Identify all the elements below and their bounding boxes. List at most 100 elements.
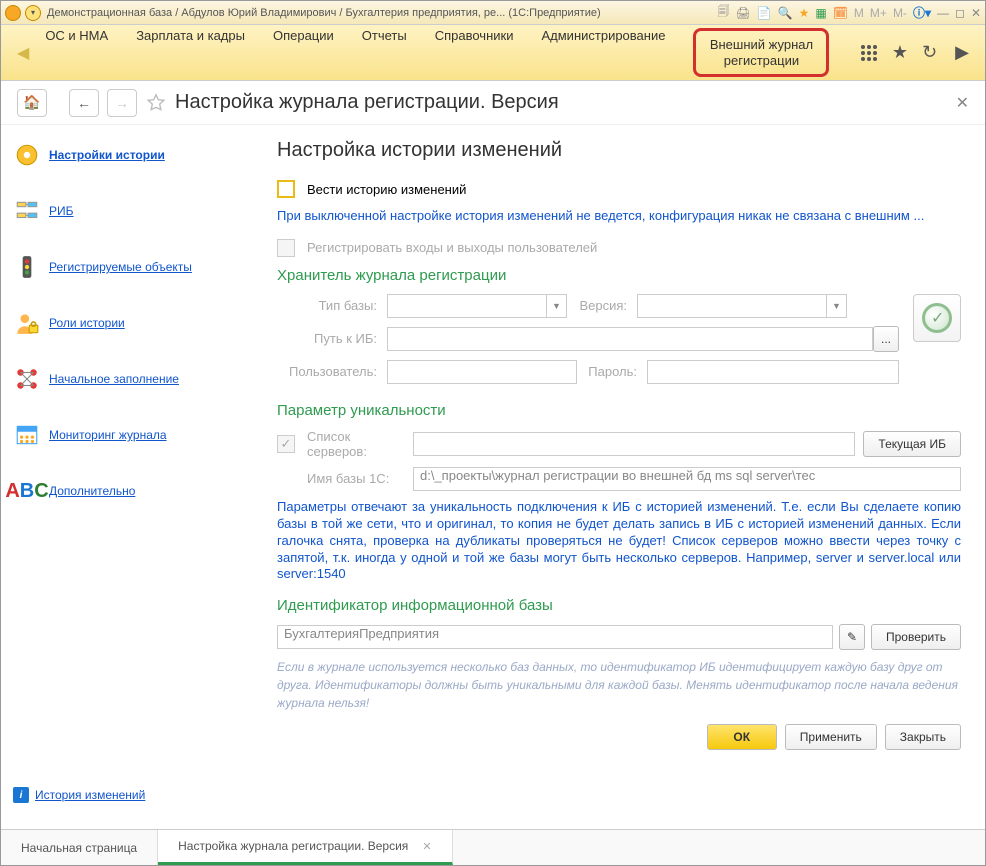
ok-button[interactable]: ОК [707, 724, 777, 750]
forward-button[interactable]: → [107, 89, 137, 117]
enable-history-label: Вести историю изменений [307, 182, 466, 197]
back-button[interactable]: ← [69, 89, 99, 117]
home-button[interactable]: 🏠 [17, 89, 47, 117]
maximize-icon[interactable]: ◻ [955, 6, 965, 20]
test-connection-button[interactable] [913, 294, 961, 342]
calendar-icon [13, 421, 41, 449]
titlebar-icon[interactable]: ▦ [815, 6, 826, 20]
sidebar-footer[interactable]: i История изменений [13, 787, 257, 813]
history-icon[interactable]: ↻ [922, 42, 937, 63]
sidebar-item-label: Роли истории [49, 316, 125, 330]
user-label: Пользователь: [277, 364, 387, 379]
sidebar-item-roles[interactable]: Роли истории [13, 309, 257, 337]
sidebar-item-initial[interactable]: Начальное заполнение [13, 365, 257, 393]
minimize-icon[interactable]: — [937, 6, 949, 20]
nodes-icon [13, 197, 41, 225]
sidebar-item-monitor[interactable]: Мониторинг журнала [13, 421, 257, 449]
menu-operations[interactable]: Операции [273, 28, 334, 77]
verify-button[interactable]: Проверить [871, 624, 961, 650]
menu-zarplata[interactable]: Зарплата и кадры [136, 28, 245, 77]
dbname-input[interactable]: d:\_проекты\журнал регистрации во внешне… [413, 467, 961, 491]
section-unique-title: Параметр уникальности [277, 402, 961, 419]
main-menubar: ◀ ОС и НМА Зарплата и кадры Операции Отч… [1, 25, 985, 81]
sidebar-footer-label: История изменений [35, 788, 145, 802]
titlebar-icon[interactable]: 🗐 [717, 2, 729, 23]
enable-history-checkbox[interactable] [277, 180, 295, 198]
server-list-label: Список серверов: [303, 429, 413, 459]
chevron-down-icon: ▼ [546, 295, 566, 317]
tab-log-settings[interactable]: Настройка журнала регистрации. Версия✕ [158, 830, 452, 865]
sidebar-item-label: Регистрируемые объекты [49, 260, 192, 274]
menu-reports[interactable]: Отчеты [362, 28, 407, 77]
sidebar-item-extra[interactable]: ABC Дополнительно [13, 477, 257, 505]
password-input[interactable] [647, 360, 899, 384]
apply-button[interactable]: Применить [785, 724, 877, 750]
menu-directories[interactable]: Справочники [435, 28, 514, 77]
network-icon [13, 365, 41, 393]
hint-history-off: При выключенной настройке история измене… [277, 208, 961, 225]
log-logins-checkbox [277, 239, 295, 257]
tab-close-icon[interactable]: ✕ [422, 840, 431, 853]
form-header: 🏠 ← → Настройка журнала регистрации. Вер… [1, 81, 985, 125]
scroll-right-icon[interactable]: ▶ [951, 42, 973, 63]
sidebar-item-label: Мониторинг журнала [49, 428, 167, 442]
titlebar-icon[interactable]: 🖨 [735, 6, 750, 20]
ibpath-label: Путь к ИБ: [277, 331, 387, 346]
version-label: Версия: [567, 298, 637, 313]
ibpath-input[interactable] [387, 327, 873, 351]
bottom-tabs: Начальная страница Настройка журнала рег… [1, 829, 985, 865]
ident-input[interactable]: БухгалтерияПредприятия [277, 625, 833, 649]
form-close-icon[interactable]: ✕ [956, 93, 969, 113]
dbname-label: Имя базы 1С: [303, 471, 413, 486]
form-title: Настройка журнала регистрации. Версия [175, 91, 559, 114]
section-keeper-title: Хранитель журнала регистрации [277, 267, 961, 284]
titlebar-m-icon[interactable]: M [854, 6, 864, 20]
log-logins-label: Регистрировать входы и выходы пользовате… [307, 240, 597, 255]
content-heading: Настройка истории изменений [277, 139, 961, 162]
apps-grid-icon[interactable] [860, 44, 878, 62]
dbtype-select[interactable]: ▼ [387, 294, 567, 318]
favorite-star-icon[interactable] [145, 92, 167, 114]
sidebar-item-settings[interactable]: Настройки истории [13, 141, 257, 169]
chevron-down-icon: ▼ [826, 295, 846, 317]
tab-home[interactable]: Начальная страница [1, 830, 158, 865]
sidebar-item-label: Дополнительно [49, 484, 135, 498]
sidebar-item-registered[interactable]: Регистрируемые объекты [13, 253, 257, 281]
password-label: Пароль: [577, 364, 647, 379]
menu-external-log[interactable]: Внешний журнал регистрации [693, 28, 829, 77]
titlebar-m-plus-icon[interactable]: M+ [870, 6, 887, 20]
browse-button[interactable]: ... [873, 326, 899, 352]
star-icon[interactable]: ★ [892, 42, 908, 63]
sidebar-item-rib[interactable]: РИБ [13, 197, 257, 225]
window-title: Демонстрационная база / Абдулов Юрий Вла… [47, 7, 601, 19]
titlebar-icon[interactable]: 🔍 [778, 6, 793, 20]
user-input[interactable] [387, 360, 577, 384]
close-button[interactable]: Закрыть [885, 724, 961, 750]
section-ident-title: Идентификатор информационной базы [277, 597, 961, 614]
titlebar-m-minus-icon[interactable]: M- [893, 6, 907, 20]
scroll-left-icon[interactable]: ◀ [13, 43, 33, 63]
app-window: ▾ Демонстрационная база / Абдулов Юрий В… [0, 0, 986, 866]
current-ib-button[interactable]: Текущая ИБ [863, 431, 961, 457]
dbtype-label: Тип базы: [277, 298, 387, 313]
app-menu-dropdown[interactable]: ▾ [25, 5, 41, 21]
sidebar: Настройки истории РИБ Регистрируемые объ… [1, 125, 269, 829]
edit-ident-button[interactable]: ✎ [839, 624, 865, 650]
info-icon[interactable]: ⓘ▾ [913, 4, 931, 21]
menu-os-nma[interactable]: ОС и НМА [45, 28, 108, 77]
server-list-checkbox [277, 435, 295, 453]
sidebar-item-label: Начальное заполнение [49, 372, 179, 386]
info-icon: i [13, 787, 29, 803]
sidebar-item-label: Настройки истории [49, 148, 165, 162]
app-logo-icon [5, 5, 21, 21]
titlebar-icon[interactable]: ★ [799, 6, 810, 20]
titlebar-icon[interactable]: 📄 [757, 6, 772, 20]
titlebar-icon[interactable]: 🗓 [833, 6, 848, 20]
ident-hint: Если в журнале используется несколько ба… [277, 658, 961, 712]
sidebar-item-label: РИБ [49, 204, 74, 218]
gear-icon [13, 141, 41, 169]
server-list-input[interactable] [413, 432, 855, 456]
menu-admin[interactable]: Администрирование [541, 28, 665, 77]
close-icon[interactable]: ✕ [971, 6, 981, 20]
version-select[interactable]: ▼ [637, 294, 847, 318]
